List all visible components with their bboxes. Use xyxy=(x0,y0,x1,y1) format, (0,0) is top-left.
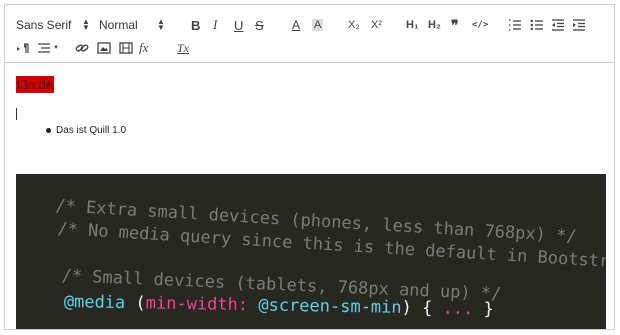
formula-icon: fx xyxy=(139,40,149,55)
video-button[interactable] xyxy=(119,39,133,57)
header2-button[interactable]: H₂ xyxy=(428,16,441,34)
size-picker-label: Normal xyxy=(99,18,138,32)
text-cursor xyxy=(16,108,17,120)
indent-icon xyxy=(573,19,585,31)
ellipsis: ... xyxy=(442,298,474,320)
header2-icon: H₂ xyxy=(428,19,441,31)
bullet-list-icon xyxy=(530,19,543,31)
link-button[interactable] xyxy=(75,39,89,57)
list-item-text: Das ist Quill 1.0 xyxy=(56,125,127,136)
header1-icon: H₁ xyxy=(406,19,419,31)
bullet-icon xyxy=(46,128,51,133)
align-button[interactable]: ▼ xyxy=(37,39,59,57)
outdent-button[interactable] xyxy=(551,16,565,34)
brace-close: } xyxy=(483,299,494,320)
superscript-icon: X² xyxy=(371,19,382,31)
header1-button[interactable]: H₁ xyxy=(406,16,419,34)
size-picker[interactable]: Normal ▲ ▼ xyxy=(99,16,171,34)
text-color-icon: A xyxy=(292,18,301,32)
code-block-button[interactable]: </> xyxy=(472,16,488,34)
code-screenshot-image: /* Extra small devices (phones, less tha… xyxy=(16,174,606,329)
italic-icon: I xyxy=(213,17,218,32)
indent-button[interactable] xyxy=(572,16,586,34)
italic-button[interactable]: I xyxy=(213,16,217,34)
color-button[interactable]: A xyxy=(292,16,300,34)
underline-icon: U xyxy=(234,17,244,33)
formula-button[interactable]: fx xyxy=(139,39,148,57)
strike-icon: S xyxy=(255,17,264,33)
size-picker-chevron-icon: ▲ ▼ xyxy=(157,17,165,32)
superscript-button[interactable]: X² xyxy=(371,16,382,34)
rtl-icon xyxy=(17,43,29,53)
highlighted-link[interactable]: t3n.de xyxy=(16,76,55,93)
list-item: Das ist Quill 1.0 xyxy=(46,125,126,136)
blockquote-button[interactable]: ❞ xyxy=(451,16,459,34)
brace-open: { xyxy=(421,298,433,319)
blockquote-icon: ❞ xyxy=(451,16,459,33)
editor-content[interactable]: t3n.de Das ist Quill 1.0 /* Extra small … xyxy=(5,63,614,329)
media-variable: @screen-sm-min xyxy=(258,295,402,318)
media-property: min-width: xyxy=(145,293,249,316)
underline-button[interactable]: U xyxy=(234,16,243,34)
align-icon xyxy=(38,43,50,53)
media-close-paren: ) xyxy=(401,297,413,319)
align-chevron-icon: ▼ xyxy=(53,45,59,51)
clean-button[interactable]: Tx xyxy=(177,39,189,57)
link-icon xyxy=(75,44,89,52)
image-button[interactable] xyxy=(97,39,111,57)
media-keyword: @media xyxy=(63,292,126,314)
image-icon xyxy=(97,42,111,54)
font-picker[interactable]: Sans Serif ▲ ▼ xyxy=(16,16,96,34)
ordered-list-button[interactable] xyxy=(508,16,522,34)
outdent-icon xyxy=(552,19,564,31)
font-picker-label: Sans Serif xyxy=(16,18,72,32)
media-open-paren: ( xyxy=(135,293,146,314)
video-icon xyxy=(119,42,133,54)
bold-icon: B xyxy=(191,17,201,33)
strike-button[interactable]: S xyxy=(255,16,264,34)
bullet-list-button[interactable] xyxy=(530,16,544,34)
toolbar: Sans Serif ▲ ▼ Normal ▲ ▼ B I U S A A X₂ X… xyxy=(5,5,614,63)
background-button[interactable]: A xyxy=(312,16,324,34)
quill-editor: Sans Serif ▲ ▼ Normal ▲ ▼ B I U S A A X₂ X… xyxy=(4,4,615,330)
background-color-icon: A xyxy=(312,19,324,31)
clear-formatting-icon: Tx xyxy=(177,40,189,55)
code-icon: </> xyxy=(472,20,489,30)
font-picker-chevron-icon: ▲ ▼ xyxy=(82,17,90,32)
subscript-button[interactable]: X₂ xyxy=(348,16,360,34)
direction-button[interactable] xyxy=(16,39,30,57)
bold-button[interactable]: B xyxy=(191,16,200,34)
ordered-list-icon xyxy=(509,19,521,31)
subscript-icon: X₂ xyxy=(348,19,360,31)
